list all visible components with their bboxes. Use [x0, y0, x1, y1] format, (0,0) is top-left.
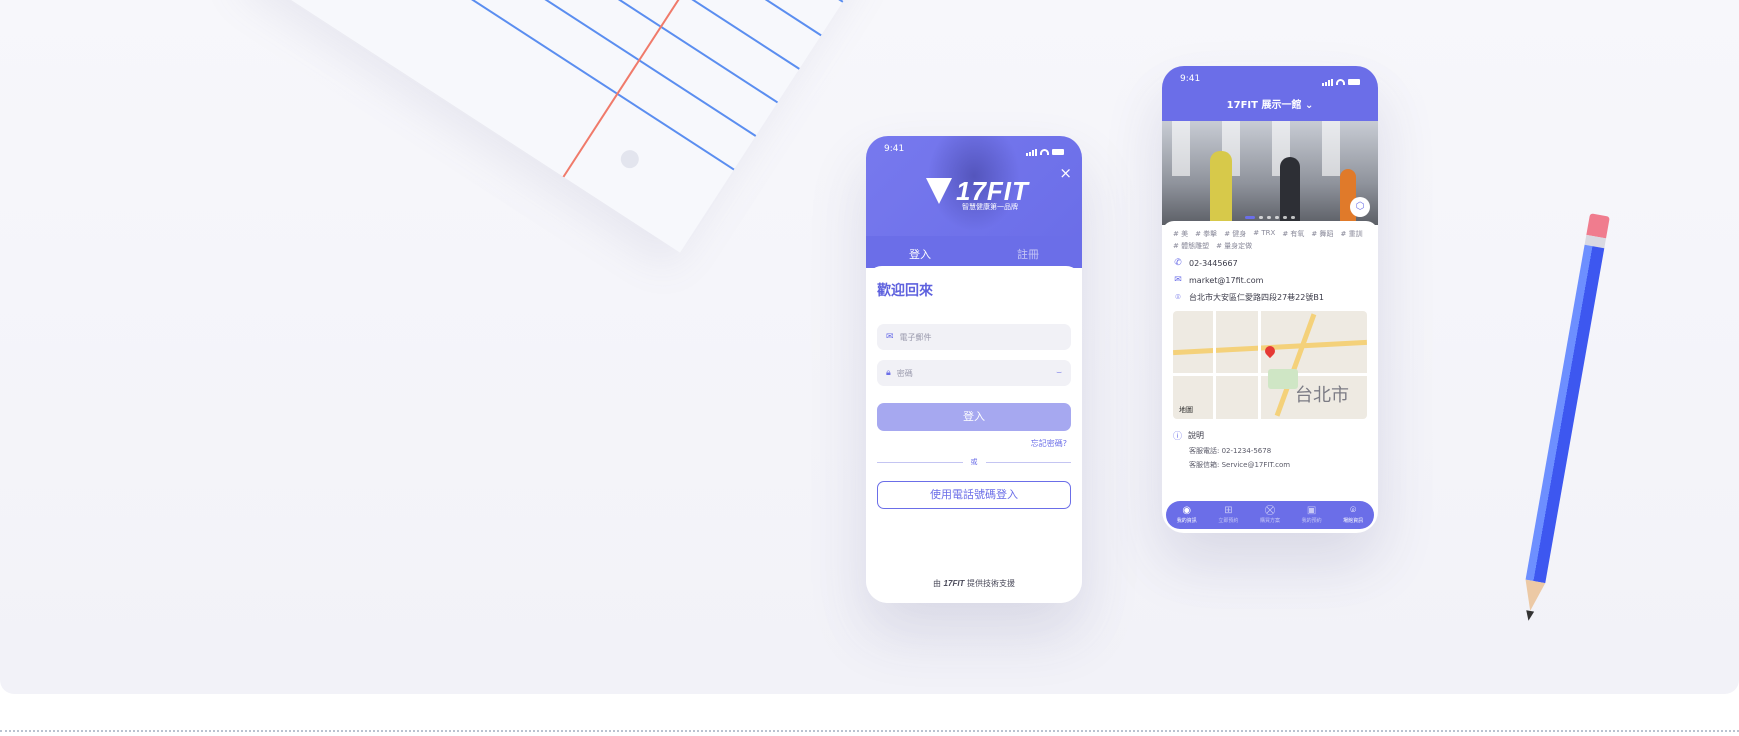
- powered-suffix: 提供技術支援: [967, 579, 1015, 588]
- tab-register[interactable]: 註冊: [974, 236, 1082, 268]
- nav-book-now[interactable]: ⊞ 立即預約: [1208, 501, 1250, 529]
- gym-info-panel: # 美 # 拳擊 # 健身 # TRX # 有氧 # 舞蹈 # 重訓 # 體態雕塑 # 量身定做…: [1162, 221, 1378, 491]
- pencil-illustration: [1519, 213, 1610, 622]
- signal-icon: [1026, 148, 1037, 156]
- gym-description: ⓘ 說明 客服電話: 02-1234-5678 客服信箱: Service@17…: [1173, 429, 1367, 470]
- gym-tag[interactable]: # 美: [1173, 229, 1188, 239]
- hero-background: 17FIT 智慧健康第一品牌 × 9:41 登入 註冊 歡迎回來 ✉ 電子郵件: [0, 0, 1739, 694]
- mail-icon: ✉: [886, 332, 894, 342]
- gym-name: 17FIT 展示一館: [1226, 100, 1302, 111]
- gym-tag[interactable]: # 健身: [1224, 229, 1246, 239]
- phone-icon: ✆: [1174, 258, 1182, 268]
- powered-by: 由 17FIT 提供技術支援: [866, 578, 1082, 589]
- battery-icon: [1052, 149, 1064, 155]
- gym-tag[interactable]: # 舞蹈: [1311, 229, 1333, 239]
- info-icon: ⓘ: [1173, 432, 1183, 442]
- mail-icon: ✉: [1174, 275, 1182, 285]
- email-row[interactable]: ✉ market@17fit.com: [1173, 275, 1367, 285]
- address-row[interactable]: ⌾ 台北市大安區仁愛路四段27巷22號B1: [1173, 292, 1367, 303]
- email-placeholder: 電子郵件: [899, 332, 932, 342]
- powered-brand: 17FIT: [943, 579, 965, 588]
- gym-tags: # 美 # 拳擊 # 健身 # TRX # 有氧 # 舞蹈 # 重訓 # 體態雕塑 # 量身定做: [1173, 229, 1367, 251]
- or-label: 或: [970, 458, 978, 466]
- show-password-icon[interactable]: ⌣: [1056, 368, 1062, 378]
- status-time: 9:41: [1180, 74, 1201, 84]
- gym-map[interactable]: 台北市 地圖: [1173, 311, 1367, 419]
- nav-buy-plan[interactable]: ⛒ 購買方案: [1249, 501, 1291, 529]
- gym-photo-carousel[interactable]: ⬡: [1162, 121, 1378, 225]
- gym-tag[interactable]: # 拳擊: [1195, 229, 1217, 239]
- description-line: 客服信箱: Service@17FIT.com: [1189, 461, 1291, 469]
- nav-label: 立即預約: [1218, 518, 1239, 524]
- map-attribution: 地圖: [1179, 405, 1193, 415]
- map-city-label: 台北市: [1295, 385, 1349, 406]
- nav-label: 購買方案: [1259, 518, 1280, 524]
- phone-row[interactable]: ✆ 02-3445667: [1173, 258, 1367, 268]
- nav-my-bookings[interactable]: ▣ 我的預約: [1291, 501, 1333, 529]
- login-button[interactable]: 登入: [877, 403, 1071, 431]
- close-icon[interactable]: ×: [1059, 166, 1072, 181]
- status-bar: 9:41: [866, 136, 1082, 160]
- gym-tag[interactable]: # 有氧: [1282, 229, 1304, 239]
- powered-prefix: 由: [933, 579, 941, 588]
- location-icon: ⌾: [1350, 505, 1357, 516]
- bottom-nav: ◉ 我的資訊 ⊞ 立即預約 ⛒ 購買方案 ▣ 我的預約 ⌾ 場館資訊: [1166, 501, 1374, 529]
- gym-phone: 02-3445667: [1189, 258, 1238, 268]
- cart-icon: ⛒: [1264, 505, 1276, 516]
- password-field[interactable]: 🔒︎ 密碼 ⌣: [877, 360, 1071, 386]
- nav-label: 我的預約: [1301, 518, 1322, 524]
- brand-wordmark: 17FIT: [956, 176, 1029, 206]
- lock-icon: 🔒︎: [886, 368, 891, 378]
- map-brand: 地圖: [1179, 406, 1193, 414]
- status-time: 9:41: [884, 144, 905, 154]
- gym-address: 台北市大安區仁愛路四段27巷22號B1: [1189, 293, 1324, 302]
- nav-label: 場館資訊: [1343, 518, 1364, 524]
- gym-tag[interactable]: # 體態雕塑: [1173, 241, 1209, 251]
- logo-mark-icon: [926, 178, 952, 204]
- location-icon: ⌾: [1175, 292, 1181, 303]
- user-icon: ◉: [1182, 505, 1192, 516]
- nav-gym-info[interactable]: ⌾ 場館資訊: [1332, 501, 1374, 529]
- notebook-paper-illustration: [243, 0, 877, 253]
- login-form: 歡迎回來 ✉ 電子郵件 🔒︎ 密碼 ⌣ 登入 忘記密碼? 或 使用電話號碼登入: [866, 266, 1082, 603]
- battery-icon: [1348, 79, 1360, 85]
- tab-login[interactable]: 登入: [866, 236, 974, 268]
- gym-name-selector[interactable]: 17FIT 展示一館 ⌄: [1162, 96, 1378, 111]
- gym-tag[interactable]: # 量身定做: [1216, 241, 1252, 251]
- wifi-icon: [1336, 79, 1345, 85]
- description-line: 客服電話: 02-1234-5678: [1189, 447, 1272, 455]
- status-bar: 9:41: [1162, 66, 1378, 90]
- login-phone-mockup: 17FIT 智慧健康第一品牌 × 9:41 登入 註冊 歡迎回來 ✉ 電子郵件: [866, 136, 1082, 603]
- wifi-icon: [1040, 149, 1049, 155]
- signal-icon: [1322, 78, 1333, 86]
- dotted-divider: [0, 730, 1739, 732]
- chevron-down-icon: ⌄: [1304, 100, 1314, 111]
- password-placeholder: 密碼: [896, 368, 913, 378]
- gym-info-phone-mockup: 17FIT 展示一館 ⌄ 9:41 ⬡ # 美 # 拳擊 # 健身 # TRX # 有氧: [1162, 66, 1378, 533]
- gym-tag[interactable]: # 重訓: [1341, 229, 1363, 239]
- auth-tabs: 登入 註冊: [866, 236, 1082, 268]
- brand-slogan: 智慧健康第一品牌: [962, 203, 1018, 211]
- forgot-password-link[interactable]: 忘記密碼?: [877, 438, 1071, 449]
- or-divider: 或: [877, 457, 1071, 467]
- email-field[interactable]: ✉ 電子郵件: [877, 324, 1071, 350]
- calendar-icon: ▣: [1306, 505, 1317, 516]
- nav-label: 我的資訊: [1176, 518, 1197, 524]
- welcome-heading: 歡迎回來: [877, 283, 933, 299]
- share-icon[interactable]: ⬡: [1350, 197, 1370, 217]
- nav-my-info[interactable]: ◉ 我的資訊: [1166, 501, 1208, 529]
- gym-tag[interactable]: # TRX: [1253, 229, 1275, 239]
- carousel-dots: [1162, 216, 1378, 219]
- brand-logo: 17FIT 智慧健康第一品牌: [926, 176, 1029, 211]
- gym-email: market@17fit.com: [1189, 275, 1264, 285]
- phone-login-button[interactable]: 使用電話號碼登入: [877, 481, 1071, 509]
- description-title: 說明: [1188, 431, 1205, 440]
- plus-icon: ⊞: [1224, 505, 1233, 516]
